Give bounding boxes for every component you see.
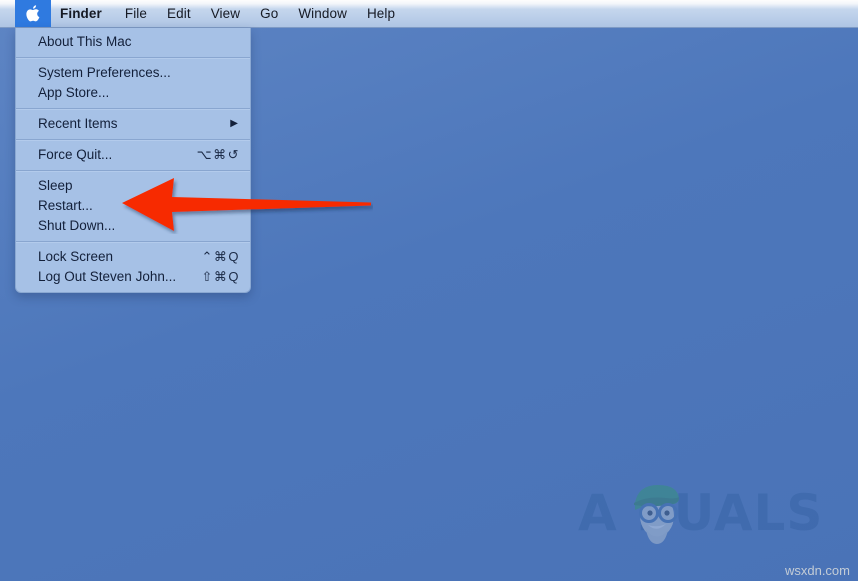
menu-bar-item-window[interactable]: Window	[288, 0, 357, 27]
menu-bar-item-go[interactable]: Go	[250, 0, 288, 27]
menu-item-sleep[interactable]: Sleep	[16, 176, 250, 196]
menu-item-shut-down[interactable]: Shut Down...	[16, 216, 250, 236]
menu-separator	[16, 108, 250, 109]
menu-item-label: Sleep	[38, 178, 73, 193]
menu-item-label: Log Out Steven John...	[38, 269, 177, 284]
menu-item-lock-screen[interactable]: Lock Screen ⌃⌘Q	[16, 247, 250, 267]
menu-item-about-this-mac[interactable]: About This Mac	[16, 32, 250, 52]
menu-separator	[16, 170, 250, 171]
appuals-mascot-icon	[626, 478, 690, 549]
menu-item-label: Recent Items	[38, 116, 118, 131]
menu-item-label: Restart...	[38, 198, 93, 213]
apple-dropdown-menu: About This Mac System Preferences... App…	[15, 28, 251, 293]
menu-item-label: App Store...	[38, 85, 110, 100]
menu-item-label: Lock Screen	[38, 249, 114, 264]
menu-item-recent-items[interactable]: Recent Items ▶	[16, 114, 250, 134]
watermark-logo: A PUALS	[578, 482, 828, 544]
menu-item-shortcut: ⌃⌘Q	[201, 249, 240, 264]
menu-separator	[16, 139, 250, 140]
menu-item-force-quit[interactable]: Force Quit... ⌥⌘↺	[16, 145, 250, 165]
site-credit-text: wsxdn.com	[784, 563, 850, 578]
apple-logo-icon	[26, 5, 40, 22]
menu-item-label: Shut Down...	[38, 218, 116, 233]
menu-bar-item-view[interactable]: View	[201, 0, 250, 27]
menu-item-label: System Preferences...	[38, 65, 171, 80]
screen: Finder File Edit View Go Window Help Abo…	[0, 0, 858, 581]
menu-bar-item-file[interactable]: File	[115, 0, 157, 27]
menu-separator	[16, 57, 250, 58]
menu-item-label: About This Mac	[38, 34, 132, 49]
menu-bar-item-finder[interactable]: Finder	[51, 0, 115, 27]
menu-item-shortcut: ⌥⌘↺	[196, 147, 240, 162]
menu-item-log-out[interactable]: Log Out Steven John... ⇧⌘Q	[16, 267, 250, 287]
menu-item-app-store[interactable]: App Store...	[16, 83, 250, 103]
menu-bar: Finder File Edit View Go Window Help	[0, 0, 858, 28]
menu-bar-item-edit[interactable]: Edit	[157, 0, 201, 27]
watermark-text: A PUALS	[578, 484, 824, 542]
chevron-right-icon: ▶	[230, 118, 238, 129]
menu-item-system-preferences[interactable]: System Preferences...	[16, 63, 250, 83]
apple-menu-button[interactable]	[15, 0, 51, 27]
menu-item-shortcut: ⇧⌘Q	[201, 269, 240, 284]
menu-item-restart[interactable]: Restart...	[16, 196, 250, 216]
menu-bar-item-help[interactable]: Help	[357, 0, 405, 27]
menu-separator	[16, 241, 250, 242]
menu-item-label: Force Quit...	[38, 147, 113, 162]
